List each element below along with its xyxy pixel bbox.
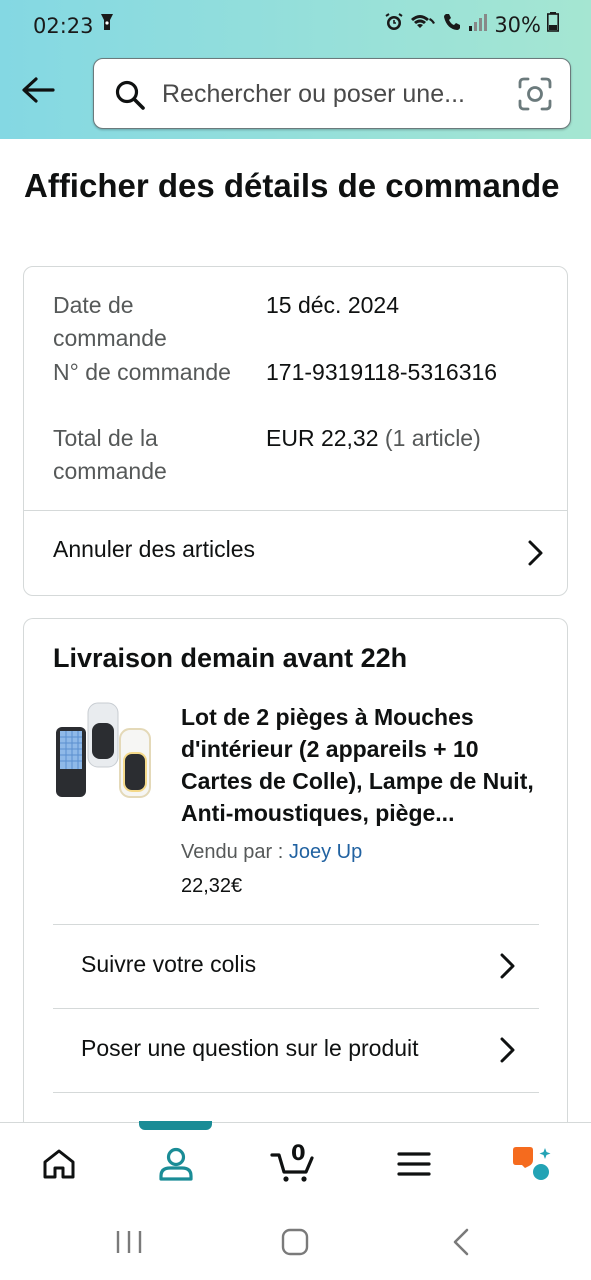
recent-apps-button[interactable]	[99, 1222, 159, 1262]
divider	[53, 1092, 539, 1093]
battery-level: 30%	[494, 13, 541, 37]
search-icon	[114, 79, 146, 116]
order-summary-card: Date de commande 15 déc. 2024 N° de comm…	[23, 266, 568, 596]
wifi-call-icon	[410, 12, 436, 38]
order-total-row: EUR 22,32 (1 article)	[266, 422, 481, 455]
ask-question-button[interactable]: Poser une question sur le produit	[53, 1009, 539, 1091]
nav-cart[interactable]: 0	[235, 1123, 353, 1205]
nav-account[interactable]	[117, 1123, 235, 1205]
status-time: 02:23	[33, 14, 94, 38]
seller-link[interactable]: Joey Up	[289, 841, 362, 863]
order-total-value: EUR 22,32	[266, 425, 379, 451]
ai-assistant-icon	[513, 1147, 551, 1180]
cancel-items-button[interactable]: Annuler des articles	[24, 511, 567, 595]
status-bar: 02:23 30%	[0, 0, 591, 52]
page-title: Afficher des détails de commande	[24, 167, 560, 204]
nav-home[interactable]	[0, 1123, 118, 1205]
track-package-button[interactable]: Suivre votre colis	[53, 925, 539, 1007]
sold-by-label: Vendu par :	[181, 841, 289, 863]
product-title-link[interactable]: Lot de 2 pièges à Mouches d'intérieur (2…	[181, 701, 546, 829]
order-item-count: (1 article)	[384, 425, 481, 451]
delivery-heading: Livraison demain avant 22h	[53, 643, 408, 673]
back-button[interactable]	[18, 72, 58, 108]
chevron-right-icon	[525, 539, 545, 567]
back-chevron-icon	[453, 1228, 469, 1256]
signal-icon	[468, 12, 488, 38]
order-date-value: 15 déc. 2024	[266, 292, 400, 318]
sold-by: Vendu par : Joey Up	[181, 841, 362, 864]
order-date-label: Date de commande	[53, 292, 167, 351]
alarm-icon	[384, 12, 404, 38]
battery-icon	[547, 12, 559, 38]
status-icons: 30%	[384, 12, 559, 38]
camera-scan-icon[interactable]	[518, 77, 552, 116]
recent-apps-icon	[116, 1231, 142, 1253]
ask-question-label: Poser une question sur le produit	[81, 1035, 419, 1061]
system-navigation-bar	[0, 1204, 591, 1280]
arrow-left-icon	[22, 77, 55, 103]
cart-count: 0	[291, 1141, 306, 1165]
shipment-card: Livraison demain avant 22h Lot de 2 pièg…	[23, 618, 568, 1178]
menu-icon	[397, 1152, 431, 1176]
product-price: 22,32€	[181, 875, 243, 897]
order-number-label: N° de commande	[53, 359, 231, 385]
cancel-items-label: Annuler des articles	[53, 536, 255, 562]
chevron-right-icon	[497, 952, 517, 980]
nav-rufus-ai[interactable]	[473, 1123, 591, 1205]
search-bar[interactable]: Rechercher ou poser une...	[93, 58, 571, 129]
active-tab-indicator	[139, 1121, 212, 1130]
volte-call-icon	[442, 12, 462, 38]
track-package-label: Suivre votre colis	[81, 951, 257, 977]
home-system-button[interactable]	[265, 1222, 325, 1262]
order-total-label: Total de la commande	[53, 425, 167, 484]
chevron-right-icon	[497, 1036, 517, 1064]
user-icon	[159, 1147, 193, 1181]
back-system-button[interactable]	[431, 1222, 491, 1262]
nav-menu[interactable]	[355, 1123, 473, 1205]
product-image[interactable]	[54, 701, 154, 805]
bottom-navigation: 0	[0, 1122, 591, 1204]
home-circle-icon	[281, 1228, 309, 1256]
search-placeholder[interactable]: Rechercher ou poser une...	[162, 80, 465, 109]
flashlight-icon	[99, 12, 115, 40]
order-number-value: 171-9319118-5316316	[266, 359, 498, 385]
home-icon	[43, 1149, 75, 1179]
